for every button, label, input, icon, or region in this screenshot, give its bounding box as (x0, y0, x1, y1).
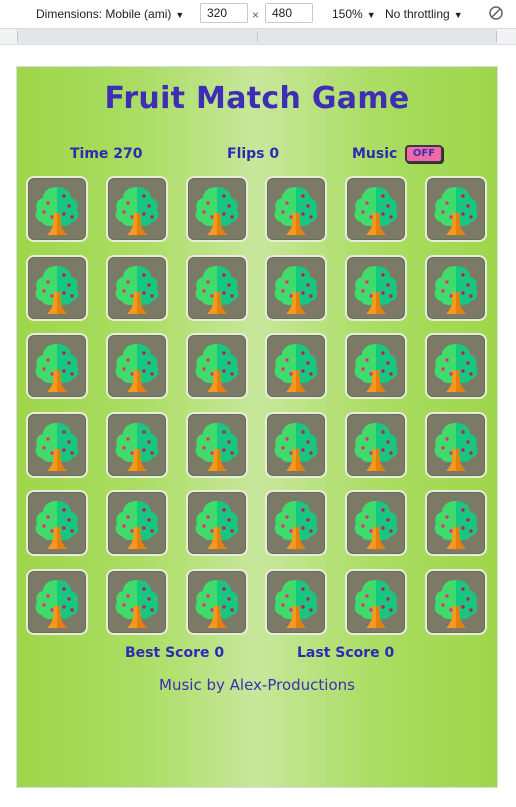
memory-card[interactable] (26, 333, 88, 399)
music-credit: Music by Alex-Productions (159, 676, 355, 694)
memory-card[interactable] (106, 569, 168, 635)
memory-card[interactable] (106, 176, 168, 242)
zoom-label: 150% (332, 7, 363, 21)
width-input[interactable]: 320 (200, 3, 248, 23)
dimension-separator: × (252, 8, 260, 22)
memory-card[interactable] (425, 412, 487, 478)
memory-card[interactable] (345, 333, 407, 399)
memory-card[interactable] (186, 412, 248, 478)
memory-card[interactable] (26, 412, 88, 478)
flips-counter: Flips 0 (227, 146, 280, 162)
ruler-tick (17, 31, 18, 42)
memory-card[interactable] (425, 333, 487, 399)
memory-card[interactable] (186, 490, 248, 556)
memory-card[interactable] (265, 490, 327, 556)
memory-card[interactable] (345, 255, 407, 321)
game-title: Fruit Match Game (104, 81, 410, 116)
memory-card[interactable] (265, 255, 327, 321)
device-select[interactable]: Dimensions: Mobile (ami) ▼ (36, 7, 184, 21)
music-toggle[interactable]: OFF (405, 145, 443, 163)
memory-card[interactable] (425, 569, 487, 635)
memory-card[interactable] (425, 255, 487, 321)
card-grid (26, 176, 492, 635)
memory-card[interactable] (265, 569, 327, 635)
devtools-toolbar: Dimensions: Mobile (ami) ▼ 320 × 480 150%… (0, 0, 516, 29)
memory-card[interactable] (26, 255, 88, 321)
memory-card[interactable] (26, 569, 88, 635)
memory-card[interactable] (345, 490, 407, 556)
last-score: Last Score 0 (297, 645, 395, 661)
ruler-tick (496, 31, 497, 42)
throttle-select[interactable]: No throttling ▼ (385, 7, 463, 21)
memory-card[interactable] (106, 333, 168, 399)
memory-card[interactable] (345, 569, 407, 635)
memory-card[interactable] (186, 569, 248, 635)
throttle-caret-icon: ▼ (453, 10, 463, 20)
device-label: Dimensions: Mobile (ami) (36, 7, 172, 21)
time-counter: Time 270 (70, 146, 143, 162)
rotate-icon[interactable] (488, 5, 504, 21)
zoom-select[interactable]: 150% ▼ (332, 7, 376, 21)
game-viewport: Fruit Match Game Time 270 Flips 0 Music … (17, 67, 497, 787)
device-caret-icon: ▼ (175, 10, 185, 20)
memory-card[interactable] (186, 176, 248, 242)
memory-card[interactable] (265, 412, 327, 478)
height-input[interactable]: 480 (265, 3, 313, 23)
memory-card[interactable] (425, 176, 487, 242)
memory-card[interactable] (106, 412, 168, 478)
best-score: Best Score 0 (125, 645, 225, 661)
memory-card[interactable] (26, 176, 88, 242)
memory-card[interactable] (265, 176, 327, 242)
throttle-label: No throttling (385, 7, 450, 21)
memory-card[interactable] (106, 255, 168, 321)
memory-card[interactable] (345, 412, 407, 478)
viewport-ruler (0, 29, 516, 45)
memory-card[interactable] (425, 490, 487, 556)
memory-card[interactable] (26, 490, 88, 556)
memory-card[interactable] (186, 333, 248, 399)
memory-card[interactable] (106, 490, 168, 556)
ruler-tick (257, 31, 258, 42)
memory-card[interactable] (345, 176, 407, 242)
music-label: Music (352, 146, 398, 162)
memory-card[interactable] (265, 333, 327, 399)
zoom-caret-icon: ▼ (366, 10, 376, 20)
memory-card[interactable] (186, 255, 248, 321)
